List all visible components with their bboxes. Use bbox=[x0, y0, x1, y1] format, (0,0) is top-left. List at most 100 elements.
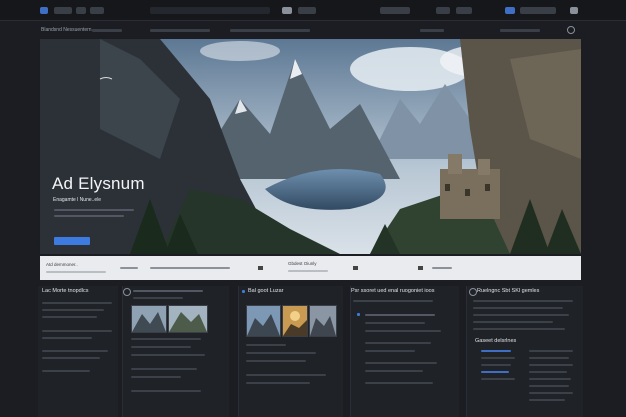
list-line[interactable] bbox=[529, 385, 569, 387]
gallery-panel bbox=[122, 286, 229, 417]
caption-line bbox=[246, 352, 316, 354]
list-line[interactable] bbox=[481, 371, 509, 373]
list-line[interactable] bbox=[42, 337, 92, 339]
nav-item[interactable] bbox=[520, 7, 556, 14]
nav-item[interactable] bbox=[54, 7, 72, 14]
nav-item-active[interactable] bbox=[505, 7, 515, 14]
caption-line bbox=[131, 368, 197, 370]
list-line[interactable] bbox=[473, 314, 569, 316]
hero-text-line bbox=[54, 215, 124, 217]
nav-item[interactable] bbox=[298, 7, 316, 14]
list-line[interactable] bbox=[42, 357, 100, 359]
panel-header-line bbox=[133, 290, 203, 292]
list-line[interactable] bbox=[529, 371, 567, 373]
sub-nav-item[interactable] bbox=[150, 29, 210, 32]
caption-line bbox=[131, 354, 205, 356]
nav-item[interactable] bbox=[76, 7, 86, 14]
panel-header-line bbox=[133, 297, 183, 299]
strip-text-line bbox=[432, 267, 452, 269]
nav-item[interactable] bbox=[380, 7, 410, 14]
caption-line bbox=[246, 382, 310, 384]
info-strip: Atd demmoner.. Gbdest Oiunly bbox=[40, 256, 581, 280]
caption-line bbox=[131, 346, 191, 348]
caption-line bbox=[246, 344, 286, 346]
user-icon[interactable] bbox=[570, 7, 578, 14]
gallery-thumb[interactable] bbox=[168, 305, 208, 333]
menu-icon[interactable] bbox=[40, 7, 48, 14]
list-line[interactable] bbox=[365, 362, 437, 364]
nav-item[interactable] bbox=[90, 7, 104, 14]
list-line[interactable] bbox=[481, 378, 515, 380]
caption-line bbox=[131, 390, 201, 392]
circle-icon[interactable] bbox=[469, 288, 477, 296]
sub-nav-item[interactable] bbox=[420, 29, 444, 32]
list-line[interactable] bbox=[529, 364, 573, 366]
hero-title: Ad Elysnum bbox=[52, 174, 145, 193]
list-line[interactable] bbox=[529, 378, 571, 380]
list-line[interactable] bbox=[529, 350, 573, 352]
nav-item[interactable] bbox=[282, 7, 292, 14]
list-line[interactable] bbox=[481, 357, 515, 359]
list-line[interactable] bbox=[365, 314, 435, 316]
sidebar-panel: Ruelngnc Sbt SKl gemles Gaseet delsrlnes bbox=[466, 286, 583, 417]
list-line[interactable] bbox=[365, 330, 441, 332]
list-line[interactable] bbox=[481, 350, 511, 352]
featured-thumb[interactable] bbox=[246, 305, 281, 337]
panel-title: Ruelngnc Sbt SKl gemles bbox=[477, 288, 540, 294]
sub-nav: Blandsnd Nessuentern bbox=[0, 22, 626, 38]
list-line[interactable] bbox=[529, 392, 573, 394]
list-line[interactable] bbox=[365, 342, 431, 344]
sub-nav-item[interactable] bbox=[230, 29, 310, 32]
brand-label[interactable]: Blandsnd Nessuentern bbox=[41, 27, 92, 33]
list-line[interactable] bbox=[42, 302, 112, 304]
article-list-panel: Lac Morte tnopdlcs bbox=[38, 286, 118, 417]
list-line[interactable] bbox=[365, 382, 433, 384]
sub-nav-item[interactable] bbox=[500, 29, 540, 32]
hero-banner: Ad Elysnum Enagamte l Nune..ele bbox=[40, 39, 581, 254]
list-icon[interactable] bbox=[418, 266, 423, 270]
featured-thumb[interactable] bbox=[309, 305, 337, 337]
list-line[interactable] bbox=[42, 370, 90, 372]
top-bar bbox=[0, 0, 626, 21]
hero-cta-button[interactable] bbox=[54, 237, 90, 245]
strip-left-label: Atd demmoner.. bbox=[46, 262, 78, 267]
list-line[interactable] bbox=[42, 316, 97, 318]
circle-icon[interactable] bbox=[123, 288, 131, 296]
caption-line bbox=[246, 360, 306, 362]
list-line[interactable] bbox=[473, 328, 565, 330]
list-line[interactable] bbox=[529, 399, 565, 401]
panel-title: Psr ssoret ued enal ruogoniet ioos bbox=[351, 288, 435, 294]
strip-text-line bbox=[288, 270, 328, 272]
list-line[interactable] bbox=[473, 307, 563, 309]
hero-subtitle: Enagamte l Nune..ele bbox=[53, 197, 102, 203]
sub-nav-item[interactable] bbox=[92, 29, 122, 32]
panel-subtitle: Gaseet delsrlnes bbox=[475, 338, 517, 344]
nav-item[interactable] bbox=[456, 7, 472, 14]
hero-landscape-image bbox=[40, 39, 581, 254]
caption-line bbox=[131, 376, 181, 378]
list-line[interactable] bbox=[529, 357, 569, 359]
panel-title: Lac Morte tnopdlcs bbox=[42, 288, 89, 294]
list-line[interactable] bbox=[481, 364, 511, 366]
list-line[interactable] bbox=[473, 321, 553, 323]
play-icon[interactable] bbox=[258, 266, 263, 270]
list-line[interactable] bbox=[42, 330, 112, 332]
gallery-thumb[interactable] bbox=[131, 305, 167, 333]
caption-line bbox=[131, 338, 201, 340]
list-line[interactable] bbox=[365, 350, 415, 352]
grid-icon[interactable] bbox=[353, 266, 358, 270]
nav-item[interactable] bbox=[436, 7, 450, 14]
hero-text-line bbox=[54, 209, 134, 211]
list-line[interactable] bbox=[353, 300, 433, 302]
strip-mid-label: Gbdest Oiunly bbox=[288, 261, 317, 266]
list-line[interactable] bbox=[42, 309, 104, 311]
list-line[interactable] bbox=[42, 350, 108, 352]
list-line[interactable] bbox=[365, 370, 423, 372]
circle-icon[interactable] bbox=[567, 26, 575, 34]
strip-text-line bbox=[150, 267, 230, 269]
list-line[interactable] bbox=[365, 322, 425, 324]
list-line[interactable] bbox=[473, 300, 573, 302]
nav-item[interactable] bbox=[150, 7, 270, 14]
featured-thumb[interactable] bbox=[282, 305, 308, 337]
caption-line bbox=[246, 374, 326, 376]
